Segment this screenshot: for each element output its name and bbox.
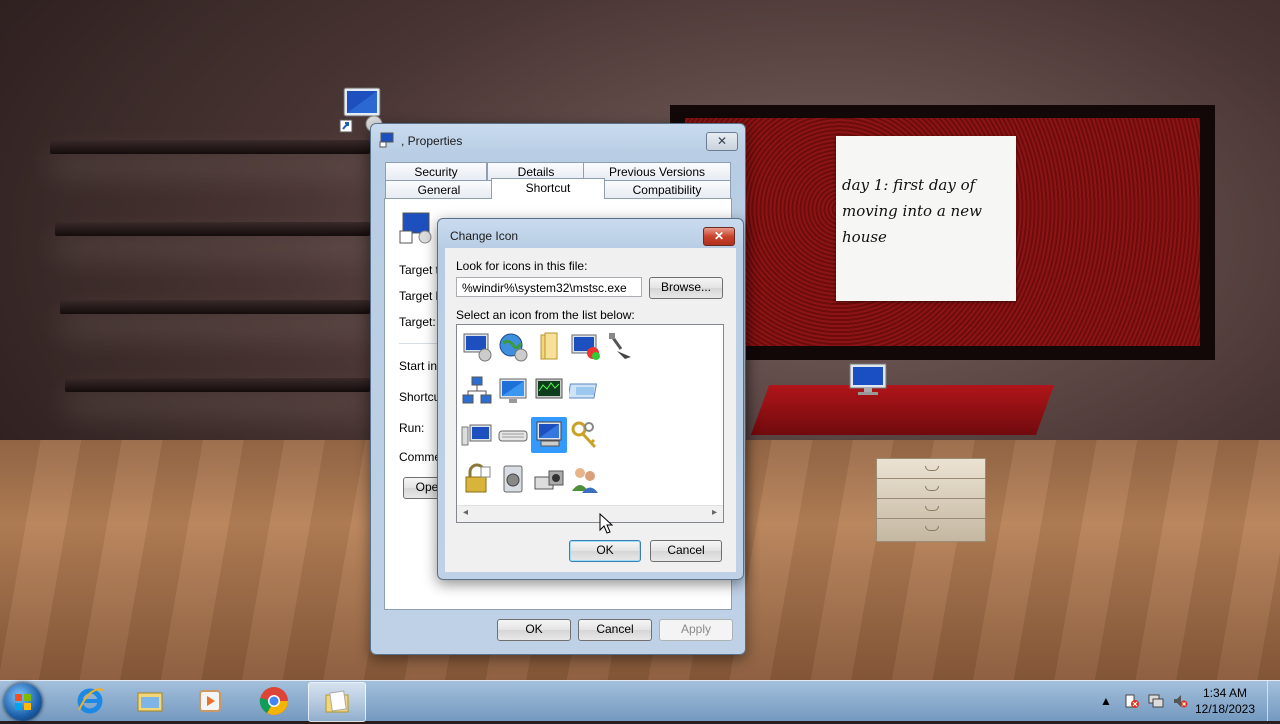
shelf <box>60 300 370 314</box>
taskbar-chrome[interactable] <box>246 682 302 720</box>
computer-icon[interactable] <box>459 417 495 453</box>
ok-button[interactable]: OK <box>569 540 641 562</box>
remote-desktop-icon[interactable] <box>459 329 495 365</box>
scroll-right-arrow[interactable]: ▸ <box>712 507 717 518</box>
select-icon-label: Select an icon from the list below: <box>456 308 635 322</box>
action-center-icon[interactable] <box>1124 693 1140 709</box>
dialog-title: Change Icon <box>450 229 519 243</box>
start-in-label: Start in: <box>399 359 441 373</box>
keys-icon[interactable] <box>567 417 603 453</box>
chrome-icon <box>259 687 288 715</box>
speaker-icon[interactable] <box>495 461 531 497</box>
taskbar: ▲ 1:34 AM 12/18/2023 <box>0 680 1280 722</box>
icon-list[interactable]: ◂ ▸ <box>456 324 724 523</box>
apply-button[interactable]: Apply <box>659 619 733 641</box>
system-clock[interactable]: 1:34 AM 12/18/2023 <box>1190 685 1260 717</box>
windows-logo-icon <box>15 694 31 710</box>
close-button[interactable]: ✕ <box>706 132 738 151</box>
browse-button[interactable]: Browse... <box>649 277 723 299</box>
network-icon[interactable] <box>459 373 495 409</box>
tab-previous-versions[interactable]: Previous Versions <box>583 162 731 181</box>
look-for-icons-label: Look for icons in this file: <box>456 259 588 273</box>
internet-explorer-icon <box>77 688 104 714</box>
remote-desktop-icon <box>379 132 394 148</box>
shelf <box>55 222 370 236</box>
display-color-icon[interactable] <box>567 329 603 365</box>
tab-security[interactable]: Security <box>385 162 487 181</box>
show-desktop-button[interactable] <box>1267 681 1280 721</box>
start-button[interactable] <box>4 683 42 721</box>
close-button[interactable]: ✕ <box>703 227 735 246</box>
change-icon-dialog[interactable]: Change Icon ✕ Look for icons in this fil… <box>437 218 744 580</box>
monitor-icon[interactable] <box>495 373 531 409</box>
taskbar-media-player[interactable] <box>182 682 238 720</box>
shelf <box>50 140 370 154</box>
volume-muted-icon[interactable] <box>1172 693 1188 709</box>
network-tray-icon[interactable] <box>1148 693 1164 709</box>
screen-icon[interactable] <box>567 373 603 409</box>
folder-icon <box>325 690 349 713</box>
clock-date: 12/18/2023 <box>1194 702 1256 716</box>
taskbar-folder-active[interactable] <box>308 682 366 722</box>
devices-icon[interactable] <box>531 461 567 497</box>
desk <box>750 385 1055 435</box>
ok-button[interactable]: OK <box>497 619 571 641</box>
globe-computer-icon[interactable] <box>495 329 531 365</box>
note-line: moving into a new <box>842 202 982 220</box>
lock-icon[interactable] <box>459 461 495 497</box>
users-icon[interactable] <box>567 461 603 497</box>
target-label: Target: <box>399 315 436 329</box>
cancel-button[interactable]: Cancel <box>578 619 652 641</box>
taskbar-internet-explorer[interactable] <box>62 682 118 720</box>
windows-explorer-icon <box>137 692 163 712</box>
keyboard-icon[interactable] <box>495 417 531 453</box>
scroll-left-arrow[interactable]: ◂ <box>463 507 468 518</box>
tab-compatibility[interactable]: Compatibility <box>603 180 731 199</box>
horizontal-scrollbar[interactable]: ◂ ▸ <box>457 505 723 522</box>
shortcut-icon <box>399 212 432 244</box>
taskbar-windows-explorer[interactable] <box>122 682 178 720</box>
tab-general[interactable]: General <box>385 180 493 199</box>
run-label: Run: <box>399 421 425 435</box>
monitor-icon <box>849 363 887 395</box>
mouse-cursor-icon <box>599 513 613 534</box>
clock-time: 1:34 AM <box>1202 686 1248 700</box>
desk-cabinet <box>876 458 986 542</box>
window-title: , Properties <box>401 134 463 148</box>
remote-desktop-monitor-icon[interactable] <box>531 417 567 453</box>
tab-shortcut[interactable]: Shortcut <box>491 178 605 199</box>
microphone-icon[interactable] <box>603 329 639 365</box>
note-line: day 1: first day of <box>842 176 976 194</box>
sticky-note[interactable]: day 1: first day of moving into a new ho… <box>836 136 1016 301</box>
folder-icon[interactable] <box>531 329 567 365</box>
dialog-body: Look for icons in this file: %windir%\sy… <box>445 248 736 572</box>
shelf <box>65 378 370 392</box>
media-player-icon <box>199 690 221 712</box>
cancel-button[interactable]: Cancel <box>650 540 722 562</box>
file-path-input[interactable]: %windir%\system32\mstsc.exe <box>456 277 642 297</box>
note-line: house <box>842 228 887 246</box>
performance-monitor-icon[interactable] <box>531 373 567 409</box>
tray-overflow-button[interactable]: ▲ <box>1098 693 1114 709</box>
